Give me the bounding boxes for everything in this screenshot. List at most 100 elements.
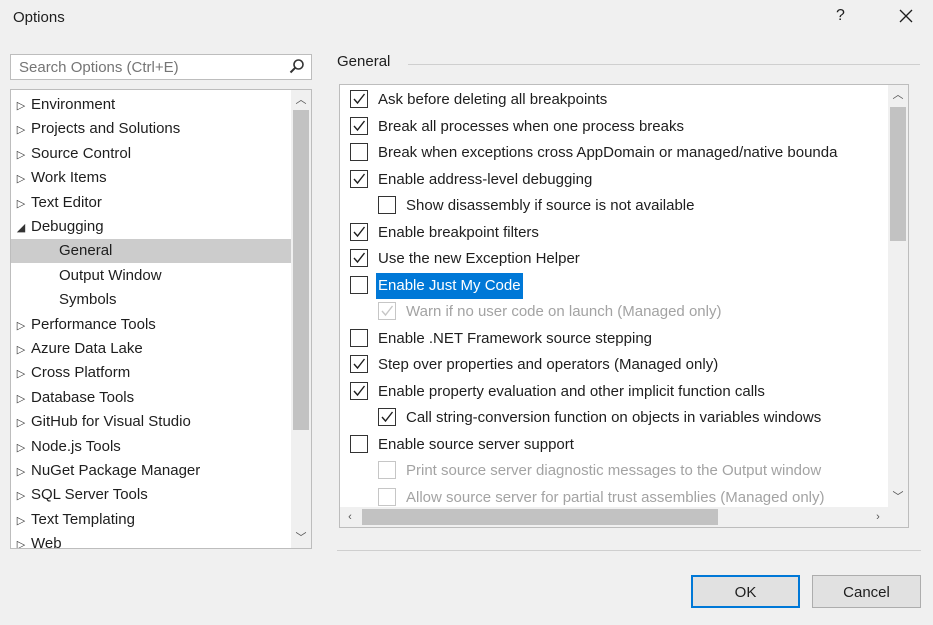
ok-button[interactable]: OK [691,575,800,608]
collapsed-arrow-icon[interactable]: ▷ [11,362,31,386]
option-label: Warn if no user code on launch (Managed … [406,303,722,320]
expanded-arrow-icon[interactable]: ◢ [11,216,31,240]
tree-item-cross-platform[interactable]: ▷ Cross Platform [11,361,291,385]
tree-item-text-templating[interactable]: ▷ Text Templating [11,508,291,532]
tree-item-output-window[interactable]: Output Window [11,264,311,288]
tree-item-source-control[interactable]: ▷ Source Control [11,142,291,166]
panel-hscroll-thumb[interactable] [362,509,718,525]
option-label: Show disassembly if source is not availa… [406,197,695,214]
option-checkbox[interactable] [350,249,368,267]
checkmark-icon [353,120,366,131]
group-title: General [337,53,391,70]
collapsed-arrow-icon[interactable]: ▷ [11,387,31,411]
option-checkbox[interactable] [350,222,368,241]
option-checkbox[interactable] [378,196,396,214]
tree-item-label: Environment [31,96,116,113]
tree-vertical-scrollbar[interactable]: ︿ ﹀ [291,90,311,548]
collapsed-arrow-icon[interactable]: ▷ [11,436,31,460]
option-label: Use the new Exception Helper [378,250,580,267]
tree-item-nuget-package-manager[interactable]: ▷ NuGet Package Manager [11,459,291,483]
option-checkbox[interactable] [350,381,368,400]
close-icon [899,9,913,23]
tree-item-label: Cross Platform [31,364,131,382]
tree-item-work-items[interactable]: ▷ Work Items [11,166,291,190]
option-checkbox[interactable] [378,408,396,426]
panel-vertical-scrollbar[interactable]: ︿ ﹀ [888,85,908,507]
option-label: Call string-conversion function on objec… [406,409,822,426]
tree-item-label: Output Window [59,266,162,284]
option-label: Enable .NET Framework source stepping [378,329,653,347]
collapsed-arrow-icon[interactable]: ▷ [11,484,31,508]
tree-item-github-for-visual-studio[interactable]: ▷ GitHub for Visual Studio [11,410,291,434]
checkmark-icon [381,411,394,423]
collapsed-arrow-icon[interactable]: ▷ [11,143,31,167]
options-panel: Ask before deleting all breakpoints Break… [339,84,909,528]
tree-item-label: General [59,242,113,260]
tree-item-environment[interactable]: ▷ Environment [11,93,291,117]
option-label: Break when exceptions cross AppDomain or… [378,144,838,161]
tree-item-label: Performance Tools [31,315,156,333]
option-checkbox[interactable] [350,275,368,294]
search-icon[interactable] [289,58,305,74]
option-checkbox[interactable] [350,116,368,135]
checkmark-icon [353,358,366,370]
option-checkbox[interactable] [350,328,368,347]
scroll-left-icon[interactable]: ‹ [340,507,360,527]
tree-item-label: Text Editor [31,193,102,211]
help-button[interactable]: ? [836,7,845,25]
option-checkbox[interactable] [350,434,368,453]
tree-item-web[interactable]: ▷ Web [11,532,291,549]
collapsed-arrow-icon[interactable]: ▷ [11,509,31,533]
checkmark-icon [381,305,394,317]
tree-item-database-tools[interactable]: ▷ Database Tools [11,386,291,410]
tree-item-symbols[interactable]: Symbols [11,288,311,312]
scroll-right-icon[interactable]: › [868,507,888,527]
scroll-corner [888,507,908,527]
tree-item-performance-tools[interactable]: ▷ Performance Tools [11,313,291,337]
option-checkbox[interactable] [350,90,368,108]
tree-item-debugging[interactable]: ◢ Debugging [11,215,291,239]
tree-item-text-editor[interactable]: ▷ Text Editor [11,191,291,215]
option-checkbox [378,487,396,506]
option-label: Enable address-level debugging [378,170,593,188]
tree-item-label: Web [31,535,62,549]
panel-scroll-thumb[interactable] [890,107,906,241]
option-label: Break all processes when one process bre… [378,117,684,135]
tree-item-label: Debugging [31,218,104,235]
collapsed-arrow-icon[interactable]: ▷ [11,533,31,548]
tree-item-label: SQL Server Tools [31,486,148,504]
option-label: Ask before deleting all breakpoints [378,91,608,108]
checkmark-icon [353,252,366,264]
scroll-down-icon[interactable]: ﹀ [291,528,311,548]
tree-item-azure-data-lake[interactable]: ▷ Azure Data Lake [11,337,291,361]
option-checkbox[interactable] [350,143,368,161]
option-label: Enable property evaluation and other imp… [378,382,765,400]
window-title: Options [13,9,65,26]
collapsed-arrow-icon[interactable]: ▷ [11,94,31,118]
scroll-up-icon[interactable]: ︿ [291,90,311,110]
collapsed-arrow-icon[interactable]: ▷ [11,411,31,435]
panel-horizontal-scrollbar[interactable]: ‹ › [340,507,888,527]
tree-item-sql-server-tools[interactable]: ▷ SQL Server Tools [11,483,291,507]
tree-item-node-js-tools[interactable]: ▷ Node.js Tools [11,435,291,459]
tree-item-general[interactable]: General [11,239,311,264]
collapsed-arrow-icon[interactable]: ▷ [11,118,31,142]
option-checkbox [378,302,396,320]
option-checkbox[interactable] [350,355,368,373]
collapsed-arrow-icon[interactable]: ▷ [11,192,31,216]
collapsed-arrow-icon[interactable]: ▷ [11,460,31,484]
collapsed-arrow-icon[interactable]: ▷ [11,167,31,191]
tree-item-label: Text Templating [31,510,135,528]
tree-scroll-thumb[interactable] [293,110,309,430]
close-button[interactable] [896,4,916,30]
search-input[interactable] [11,55,279,79]
tree-item-projects-and-solutions[interactable]: ▷ Projects and Solutions [11,117,291,141]
cancel-button[interactable]: Cancel [812,575,921,608]
collapsed-arrow-icon[interactable]: ▷ [11,314,31,338]
tree-item-label: Work Items [31,169,107,187]
scroll-down-icon[interactable]: ﹀ [888,487,908,507]
collapsed-arrow-icon[interactable]: ▷ [11,338,31,362]
scroll-up-icon[interactable]: ︿ [888,85,908,105]
option-checkbox[interactable] [350,169,368,188]
checkmark-icon [353,226,366,237]
